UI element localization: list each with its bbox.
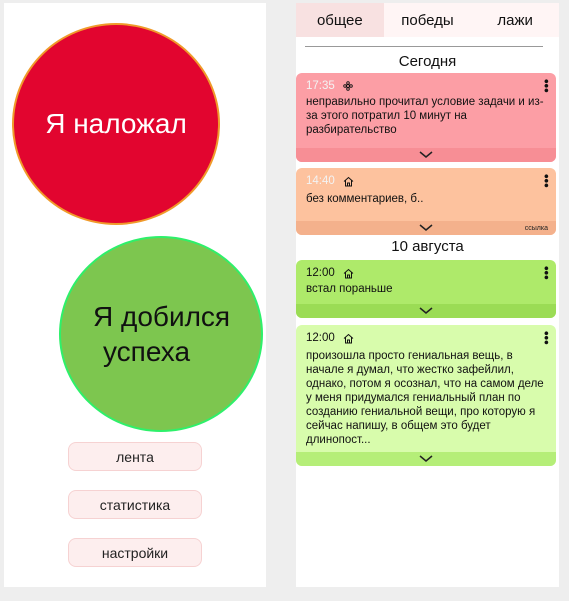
divider [305,46,543,47]
feed-card[interactable]: 14:40 без комментариев, б.. ••• ссылка [296,168,556,235]
expand-chevron-icon[interactable] [296,452,556,466]
feed-button-label: лента [116,448,154,465]
settings-button[interactable]: настройки [68,538,202,567]
more-options-icon[interactable]: ••• [539,79,554,93]
feed-panel: общее победы лажи Сегодня 17:35 неправил… [296,3,560,587]
expand-chevron-icon[interactable] [296,148,556,162]
success-button-label-line1: Я добился [93,301,231,332]
card-text: произошла просто гениальная вещь, в нача… [306,350,544,446]
card-time: 12:00 [306,267,335,279]
card-link[interactable]: ссылка [525,225,548,232]
day-label-today: Сегодня [398,53,457,70]
home-icon [343,176,354,187]
expand-chevron-icon[interactable]: ссылка [296,221,556,235]
home-icon [343,268,354,279]
settings-button-label: настройки [101,544,169,561]
tab-general[interactable]: общее [296,3,384,37]
fail-button-label: Я наложал [45,108,187,139]
stats-button-label: статистика [99,496,171,513]
flower-icon [343,81,353,91]
tab-wins[interactable]: победы [383,3,472,37]
success-button-label-line2: успеха [103,336,191,367]
success-button[interactable]: Я добился успеха [59,236,263,432]
home-icon [343,333,354,344]
stats-button[interactable]: статистика [68,490,202,519]
tab-fails[interactable]: лажи [471,3,560,37]
card-text: неправильно прочитал условие задачи и из… [306,96,544,136]
card-time: 12:00 [306,332,335,344]
fail-button[interactable]: Я наложал [12,23,220,225]
card-text: без комментариев, б.. [306,193,424,205]
more-options-icon[interactable]: ••• [539,266,554,280]
feed-card[interactable]: 17:35 неправильно прочитал условие задач… [296,73,556,162]
card-time: 17:35 [306,80,335,92]
day-label-aug10: 10 августа [391,238,464,255]
feed-card[interactable]: 12:00 произошла просто гениальная вещь, … [296,325,556,466]
card-time: 14:40 [306,175,335,187]
card-text: встал пораньше [306,283,393,295]
more-options-icon[interactable]: ••• [539,331,554,345]
more-options-icon[interactable]: ••• [539,174,554,188]
feed-card[interactable]: 12:00 встал пораньше ••• [296,260,556,318]
tab-bar: общее победы лажи [296,3,560,37]
feed-button[interactable]: лента [68,442,202,471]
left-panel: Я наложал Я добился успеха лента статист… [4,3,266,587]
expand-chevron-icon[interactable] [296,304,556,318]
